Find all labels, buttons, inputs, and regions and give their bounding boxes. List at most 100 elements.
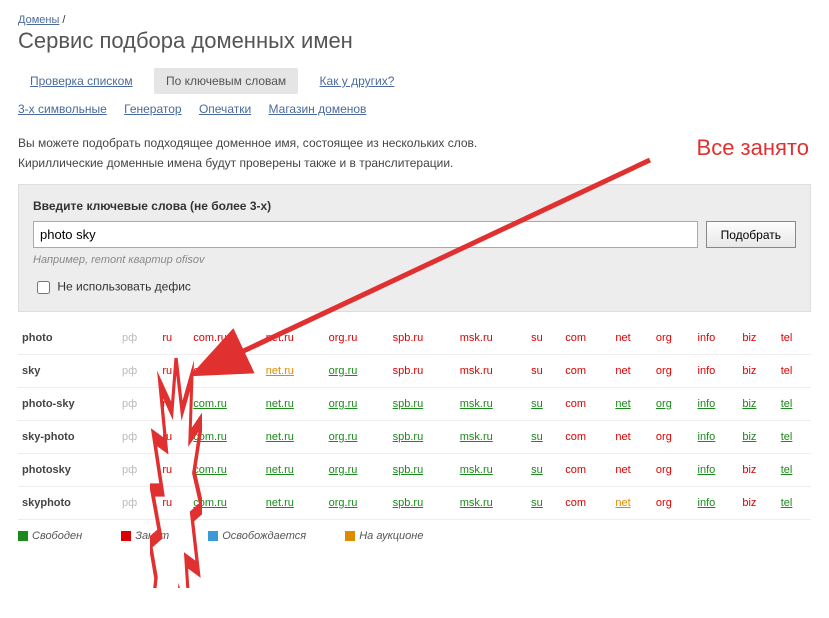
zone-cell[interactable]: net.ru <box>262 454 325 487</box>
zone-cell: com <box>561 355 611 388</box>
zone-cell[interactable]: tel <box>777 487 811 520</box>
zone-cell[interactable]: org.ru <box>325 355 389 388</box>
legend-free: Свободен <box>32 530 82 542</box>
zone-cell[interactable]: msk.ru <box>456 454 527 487</box>
example-hint: Например, remont квартир ofisov <box>33 254 796 266</box>
zone-cell: org <box>652 355 694 388</box>
zone-cell: net <box>611 355 652 388</box>
zone-cell: ru <box>158 388 189 421</box>
zone-cell: biz <box>738 322 776 355</box>
zone-cell[interactable]: tel <box>777 388 811 421</box>
zone-cell[interactable]: com.ru <box>189 487 261 520</box>
zone-cell[interactable]: net.ru <box>262 388 325 421</box>
zone-cell: net <box>611 322 652 355</box>
zone-cell: org <box>652 421 694 454</box>
no-hyphen-checkbox[interactable] <box>37 281 50 294</box>
subtab-generator[interactable]: Генератор <box>124 102 181 116</box>
zone-cell[interactable]: su <box>527 388 561 421</box>
zone-cell: com.ru <box>189 355 261 388</box>
keyword-cell: sky-photo <box>18 421 118 454</box>
zone-cell: net <box>611 421 652 454</box>
legend-swatch-free <box>18 531 28 541</box>
zone-cell: org <box>652 454 694 487</box>
subtab-3char[interactable]: 3-х символьные <box>18 102 107 116</box>
zone-cell[interactable]: msk.ru <box>456 388 527 421</box>
zone-cell[interactable]: spb.ru <box>389 454 456 487</box>
table-row: photoрфrucom.runet.ruorg.ruspb.rumsk.rus… <box>18 322 811 355</box>
zone-cell[interactable]: biz <box>738 421 776 454</box>
legend-swatch-releasing <box>208 531 218 541</box>
zone-cell[interactable]: spb.ru <box>389 388 456 421</box>
keyword-cell: skyphoto <box>18 487 118 520</box>
zone-cell[interactable]: net <box>611 388 652 421</box>
zone-cell[interactable]: org.ru <box>325 388 389 421</box>
zone-cell[interactable]: info <box>694 454 739 487</box>
page-title: Сервис подбора доменных имен <box>18 28 811 54</box>
zone-cell[interactable]: su <box>527 454 561 487</box>
zone-cell[interactable]: com.ru <box>189 454 261 487</box>
zone-cell[interactable]: biz <box>738 388 776 421</box>
zone-cell: ru <box>158 421 189 454</box>
zone-cell[interactable]: net.ru <box>262 487 325 520</box>
zone-cell[interactable]: su <box>527 487 561 520</box>
zone-cell: рф <box>118 421 158 454</box>
zone-cell[interactable]: org.ru <box>325 421 389 454</box>
zone-cell: su <box>527 322 561 355</box>
zone-cell[interactable]: tel <box>777 454 811 487</box>
zone-cell[interactable]: org.ru <box>325 454 389 487</box>
subtab-typos[interactable]: Опечатки <box>199 102 251 116</box>
zone-cell: com <box>561 421 611 454</box>
zone-cell[interactable]: org <box>652 388 694 421</box>
zone-cell[interactable]: info <box>694 388 739 421</box>
subtab-shop[interactable]: Магазин доменов <box>269 102 367 116</box>
tab-keywords[interactable]: По ключевым словам <box>154 68 298 94</box>
zone-cell[interactable]: net.ru <box>262 421 325 454</box>
zone-cell: info <box>694 355 739 388</box>
tab-others[interactable]: Как у других? <box>308 68 407 94</box>
zone-cell: org <box>652 487 694 520</box>
table-row: photo-skyрфrucom.runet.ruorg.ruspb.rumsk… <box>18 388 811 421</box>
zone-cell: org <box>652 322 694 355</box>
zone-cell[interactable]: spb.ru <box>389 421 456 454</box>
breadcrumb: Домены / <box>18 14 811 26</box>
zone-cell: ru <box>158 487 189 520</box>
keyword-cell: sky <box>18 355 118 388</box>
legend-swatch-taken <box>121 531 131 541</box>
zone-cell: ru <box>158 322 189 355</box>
zone-cell: net <box>611 454 652 487</box>
legend: Свободен Занят Освобождается На аукционе <box>18 530 811 542</box>
zone-cell: biz <box>738 355 776 388</box>
table-row: sky-photoрфrucom.runet.ruorg.ruspb.rumsk… <box>18 421 811 454</box>
zone-cell[interactable]: spb.ru <box>389 487 456 520</box>
tab-check-list[interactable]: Проверка списком <box>18 68 145 94</box>
submit-button[interactable]: Подобрать <box>706 221 796 248</box>
zone-cell[interactable]: org.ru <box>325 487 389 520</box>
zone-cell[interactable]: com.ru <box>189 421 261 454</box>
breadcrumb-home[interactable]: Домены <box>18 14 59 26</box>
zone-cell: biz <box>738 454 776 487</box>
zone-cell: info <box>694 322 739 355</box>
primary-tabs: Проверка списком По ключевым словам Как … <box>18 68 811 94</box>
legend-releasing: Освобождается <box>222 530 306 542</box>
zone-cell: ru <box>158 454 189 487</box>
legend-swatch-auction <box>345 531 355 541</box>
breadcrumb-sep: / <box>62 14 65 26</box>
zone-cell[interactable]: su <box>527 421 561 454</box>
zone-cell[interactable]: msk.ru <box>456 487 527 520</box>
zone-cell: com <box>561 322 611 355</box>
zone-cell[interactable]: net.ru <box>262 355 325 388</box>
keywords-label: Введите ключевые слова (не более 3-х) <box>33 199 796 213</box>
zone-cell[interactable]: net <box>611 487 652 520</box>
results-table: photoрфrucom.runet.ruorg.ruspb.rumsk.rus… <box>18 322 811 520</box>
zone-cell: com <box>561 388 611 421</box>
zone-cell[interactable]: msk.ru <box>456 421 527 454</box>
zone-cell: рф <box>118 355 158 388</box>
keywords-input[interactable] <box>33 221 698 248</box>
zone-cell[interactable]: tel <box>777 421 811 454</box>
zone-cell[interactable]: info <box>694 421 739 454</box>
secondary-tabs: 3-х символьные Генератор Опечатки Магази… <box>18 102 811 116</box>
zone-cell[interactable]: com.ru <box>189 388 261 421</box>
zone-cell: spb.ru <box>389 355 456 388</box>
keyword-cell: photo <box>18 322 118 355</box>
zone-cell[interactable]: info <box>694 487 739 520</box>
